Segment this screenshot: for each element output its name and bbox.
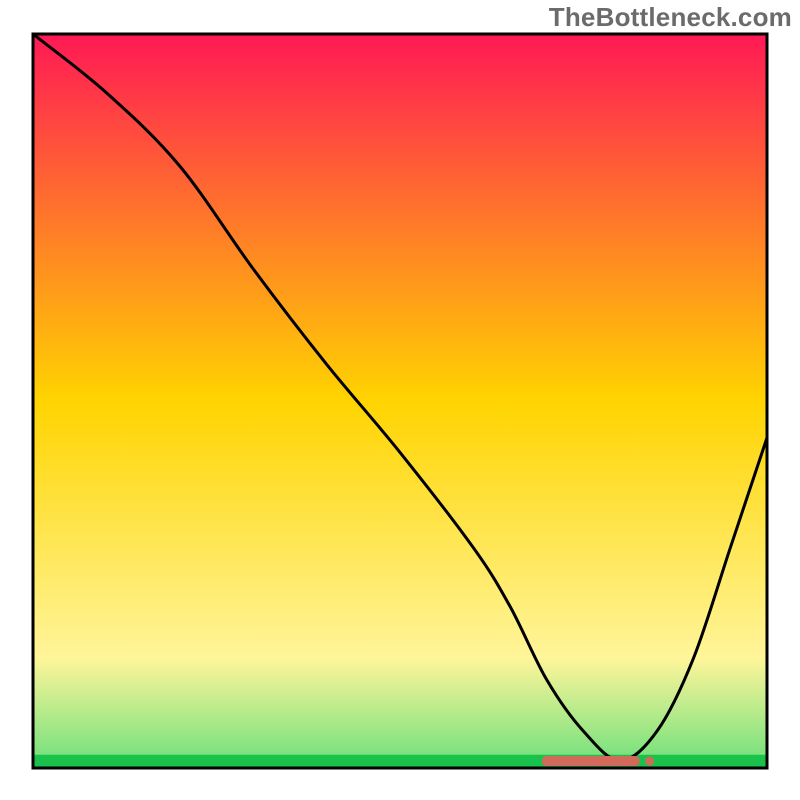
bottleneck-chart [0, 0, 800, 800]
green-band [33, 755, 767, 768]
chart-stage: TheBottleneck.com [0, 0, 800, 800]
optimal-range-marker [547, 757, 654, 766]
watermark-label: TheBottleneck.com [549, 2, 792, 33]
plot-background [33, 34, 767, 768]
